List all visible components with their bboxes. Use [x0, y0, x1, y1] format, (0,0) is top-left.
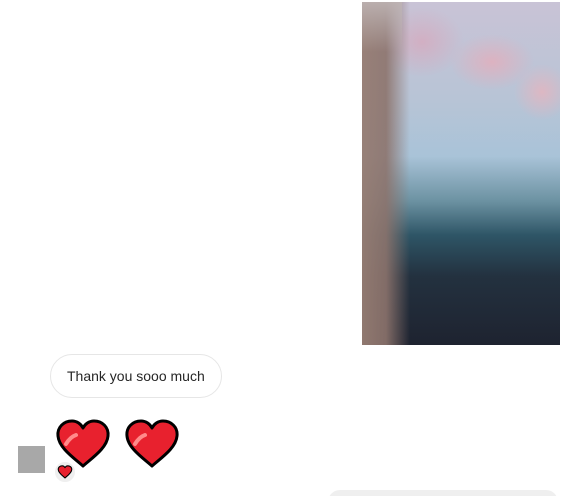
- received-message-bubble[interactable]: Thank you sooo much: [50, 354, 222, 398]
- received-message-text: Thank you sooo much: [67, 368, 205, 384]
- sender-avatar[interactable]: [18, 446, 45, 473]
- outgoing-message-bubble[interactable]: [328, 490, 558, 496]
- reaction-heart-icon: [57, 465, 73, 479]
- message-reaction-badge[interactable]: [53, 460, 77, 484]
- photo-blur-highlight: [362, 2, 402, 52]
- chat-thread: Thank you sooo much: [0, 0, 568, 496]
- shared-photo-message[interactable]: [362, 2, 560, 345]
- photo-blur-pole: [362, 2, 410, 345]
- red-heart-emoji-icon[interactable]: [123, 418, 181, 470]
